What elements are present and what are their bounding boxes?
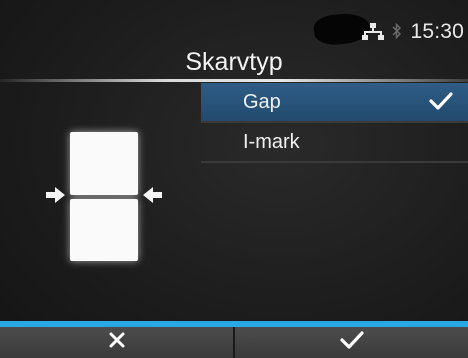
option-label: I-mark [243, 130, 300, 153]
cancel-button[interactable] [0, 327, 233, 358]
title-divider [0, 79, 468, 82]
check-icon [339, 330, 365, 355]
label-top-icon [70, 132, 138, 195]
option-gap[interactable]: Gap [201, 83, 468, 121]
bluetooth-icon [392, 22, 402, 43]
footer-bar [0, 327, 468, 358]
close-icon [107, 330, 127, 355]
divider [201, 161, 468, 163]
confirm-button[interactable] [233, 327, 468, 358]
check-icon [428, 90, 454, 118]
label-bottom-icon [70, 199, 138, 261]
arrow-right-icon [46, 187, 66, 208]
option-label: Gap [243, 90, 281, 113]
option-list: Gap I-mark [201, 83, 468, 163]
clock-time: 15:30 [410, 20, 464, 43]
option-i-mark[interactable]: I-mark [201, 123, 468, 161]
gap-sensor-illustration [40, 128, 170, 262]
page-title: Skarvtyp [185, 48, 283, 76]
arrow-left-icon [142, 187, 162, 208]
printer-screen: 15:30 Skarvtyp Gap I-mark [0, 0, 468, 358]
network-icon [362, 23, 385, 41]
status-bar: 15:30 [362, 18, 464, 46]
